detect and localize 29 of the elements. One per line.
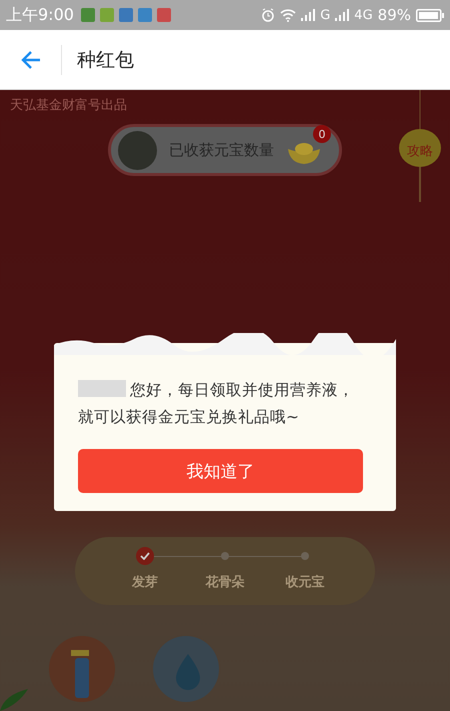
wifi-icon (280, 8, 296, 22)
battery-percent: 89% (378, 6, 411, 24)
app-notification-icon (156, 8, 171, 22)
back-arrow-icon[interactable] (20, 48, 42, 70)
step-label: 收元宝 (286, 574, 324, 591)
count-badge: 0 (313, 125, 331, 143)
battery-icon (416, 8, 444, 22)
app-notification-icon (118, 8, 133, 22)
network-type: 4G (354, 8, 373, 22)
alarm-icon (261, 8, 276, 22)
spray-bottle-drawing[interactable] (49, 636, 115, 702)
avatar-photo-placeholder (118, 130, 157, 170)
guide-label[interactable]: 攻略 (407, 142, 433, 204)
signal-icon (301, 9, 316, 21)
page-title: 种红包 (77, 48, 134, 72)
app-notification-icon (100, 8, 114, 22)
notice-message: 您好，每日领取并使用营养液，就可以获得金元宝兑换礼品哦~ (78, 379, 355, 428)
app-notification-icon (138, 8, 152, 22)
app-notification-icon (80, 8, 95, 22)
step-label: 发芽 (132, 574, 158, 591)
sponsor-credit: 天弘基金财富号出品 (9, 97, 128, 114)
got-it-button[interactable]: 我知道了 (78, 449, 363, 493)
step-label: 花骨朵 (206, 574, 244, 591)
ingot-icon (287, 141, 321, 165)
leaf-drawing (0, 689, 28, 711)
network-type: G (320, 8, 330, 22)
check-icon (140, 552, 150, 560)
status-time: 上午9:00 (6, 4, 74, 26)
signal-icon (335, 9, 350, 21)
